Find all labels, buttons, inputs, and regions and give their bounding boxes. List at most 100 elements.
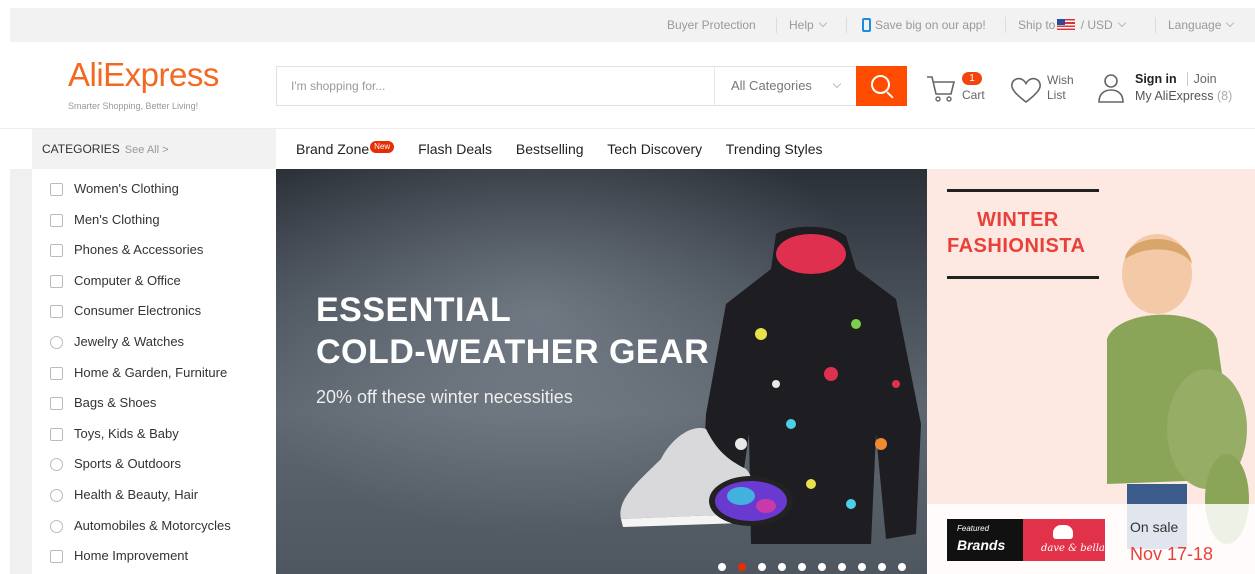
carousel-dot[interactable] [838,563,846,571]
ship-to-menu[interactable]: Ship to / USD [1018,8,1126,42]
top-bar: Buyer Protection Help Save big on our ap… [10,8,1255,42]
cart-label: Cart [962,88,985,102]
hero-banner[interactable]: ESSENTIAL COLD-WEATHER GEAR 20% off thes… [276,169,927,574]
cart-icon [927,76,956,102]
buyer-protection-link[interactable]: Buyer Protection [667,8,756,42]
cart-count-badge: 1 [962,72,982,85]
phone-icon [862,18,871,32]
tool-icon [50,550,63,564]
help-label: Help [789,18,814,32]
category-home-garden[interactable]: Home & Garden, Furniture [32,358,276,389]
carousel-dot[interactable] [818,563,826,571]
nav-bestselling[interactable]: Bestselling [516,141,584,157]
categories-header[interactable]: CATEGORIES See All > [32,129,276,169]
divider [776,17,777,33]
account-menu[interactable]: Sign in Join My AliExpress (8) [1096,68,1255,108]
banner-title-line1: ESSENTIAL [316,291,512,329]
category-mens-clothing[interactable]: Men's Clothing [32,205,276,236]
goggles-image [709,476,793,526]
help-menu[interactable]: Help [789,8,827,42]
wish-label-line1: Wish [1047,73,1074,87]
sign-in-link[interactable]: Sign in [1135,72,1177,86]
dress-icon [50,183,63,196]
divider [1005,17,1006,33]
carousel-dot[interactable] [858,563,866,571]
category-home-improvement[interactable]: Home Improvement [32,541,276,572]
brands-label: Brands [957,537,1006,553]
category-computer-office[interactable]: Computer & Office [32,266,276,297]
sofa-icon [50,366,63,380]
category-label: Phones & Accessories [74,242,204,258]
nav-brand-zone-label: Brand Zone [296,141,370,157]
category-label: Women's Clothing [74,181,179,196]
user-icon [1098,74,1124,103]
carousel-dot[interactable] [878,563,886,571]
my-aliexpress-link[interactable]: My AliExpress (8) [1135,89,1232,103]
search-icon [871,75,890,94]
banner-title-line2: COLD-WEATHER GEAR [316,333,710,371]
category-bags-shoes[interactable]: Bags & Shoes [32,388,276,419]
brand-name: dave & bella [1041,543,1105,554]
category-consumer-electronics[interactable]: Consumer Electronics [32,296,276,327]
category-label: Home Improvement [74,548,189,564]
category-health-beauty-hair[interactable]: Health & Beauty, Hair [32,480,276,511]
wish-label-line2: List [1047,88,1066,102]
divider [1155,17,1156,33]
category-label: Men's Clothing [74,211,160,227]
promo-banner[interactable]: WINTER FASHIONISTA Featured Brands dave … [927,169,1255,574]
category-automobiles-motorcycles[interactable]: Automobiles & Motorcycles [32,511,276,542]
join-link[interactable]: Join [1186,72,1217,86]
carousel-dot[interactable] [898,563,906,571]
category-sports-outdoors[interactable]: Sports & Outdoors [32,449,276,480]
divider [947,189,1099,192]
chevron-down-icon [1226,18,1235,28]
phone-icon [50,244,63,258]
carousel-dot[interactable] [718,563,726,571]
app-link[interactable]: Save big on our app! [862,8,986,42]
heart-icon [1011,77,1041,104]
aliexpress-logo[interactable]: AliExpress [68,56,219,94]
category-womens-clothing[interactable]: Women's Clothing [32,174,276,205]
divider [947,276,1099,279]
category-label: Computer & Office [74,272,181,288]
category-label: Health & Beauty, Hair [74,486,199,502]
category-label: Toys, Kids & Baby [74,425,179,441]
chevron-down-icon [1117,18,1126,28]
category-phones-accessories[interactable]: Phones & Accessories [32,235,276,266]
chevron-down-icon [818,18,827,28]
wheel-icon [50,519,63,533]
ship-to-label: Ship to [1018,18,1056,32]
language-menu[interactable]: Language [1168,8,1235,42]
carousel-dots [718,558,918,571]
elephant-icon [1053,525,1073,539]
carousel-dot[interactable] [778,563,786,571]
nav-tech-discovery[interactable]: Tech Discovery [607,141,702,157]
language-label: Language [1168,18,1222,32]
category-label: Bags & Shoes [74,395,157,411]
category-jewelry-watches[interactable]: Jewelry & Watches [32,327,276,358]
search-input[interactable] [277,67,713,105]
laptop-icon [50,274,63,288]
category-select[interactable]: All Categories [714,67,856,105]
search-button[interactable] [856,66,907,106]
category-toys-kids-baby[interactable]: Toys, Kids & Baby [32,419,276,450]
featured-brands-badge: Featured Brands [947,519,1023,561]
see-all-link[interactable]: See All > [125,144,169,156]
wish-list-button[interactable]: Wish List [1010,68,1090,108]
bottle-icon [50,427,63,441]
category-select-label: All Categories [731,78,812,93]
divider [846,17,847,33]
nav-brand-zone[interactable]: Brand Zone New [296,141,395,157]
account-links: Sign in Join [1135,72,1217,86]
carousel-dot-active[interactable] [738,563,746,571]
categories-title: CATEGORIES [42,142,120,156]
carousel-dot[interactable] [758,563,766,571]
chevron-down-icon [832,79,842,89]
on-sale-label: On sale [1130,519,1179,535]
nav-flash-deals[interactable]: Flash Deals [418,141,492,157]
nav-trending-styles[interactable]: Trending Styles [726,141,823,157]
brand-logo[interactable]: dave & bella [1023,519,1105,561]
carousel-dot[interactable] [798,563,806,571]
cart-button[interactable]: 1 Cart [926,68,998,108]
main-nav: Brand Zone New Flash Deals Bestselling Te… [296,129,843,169]
